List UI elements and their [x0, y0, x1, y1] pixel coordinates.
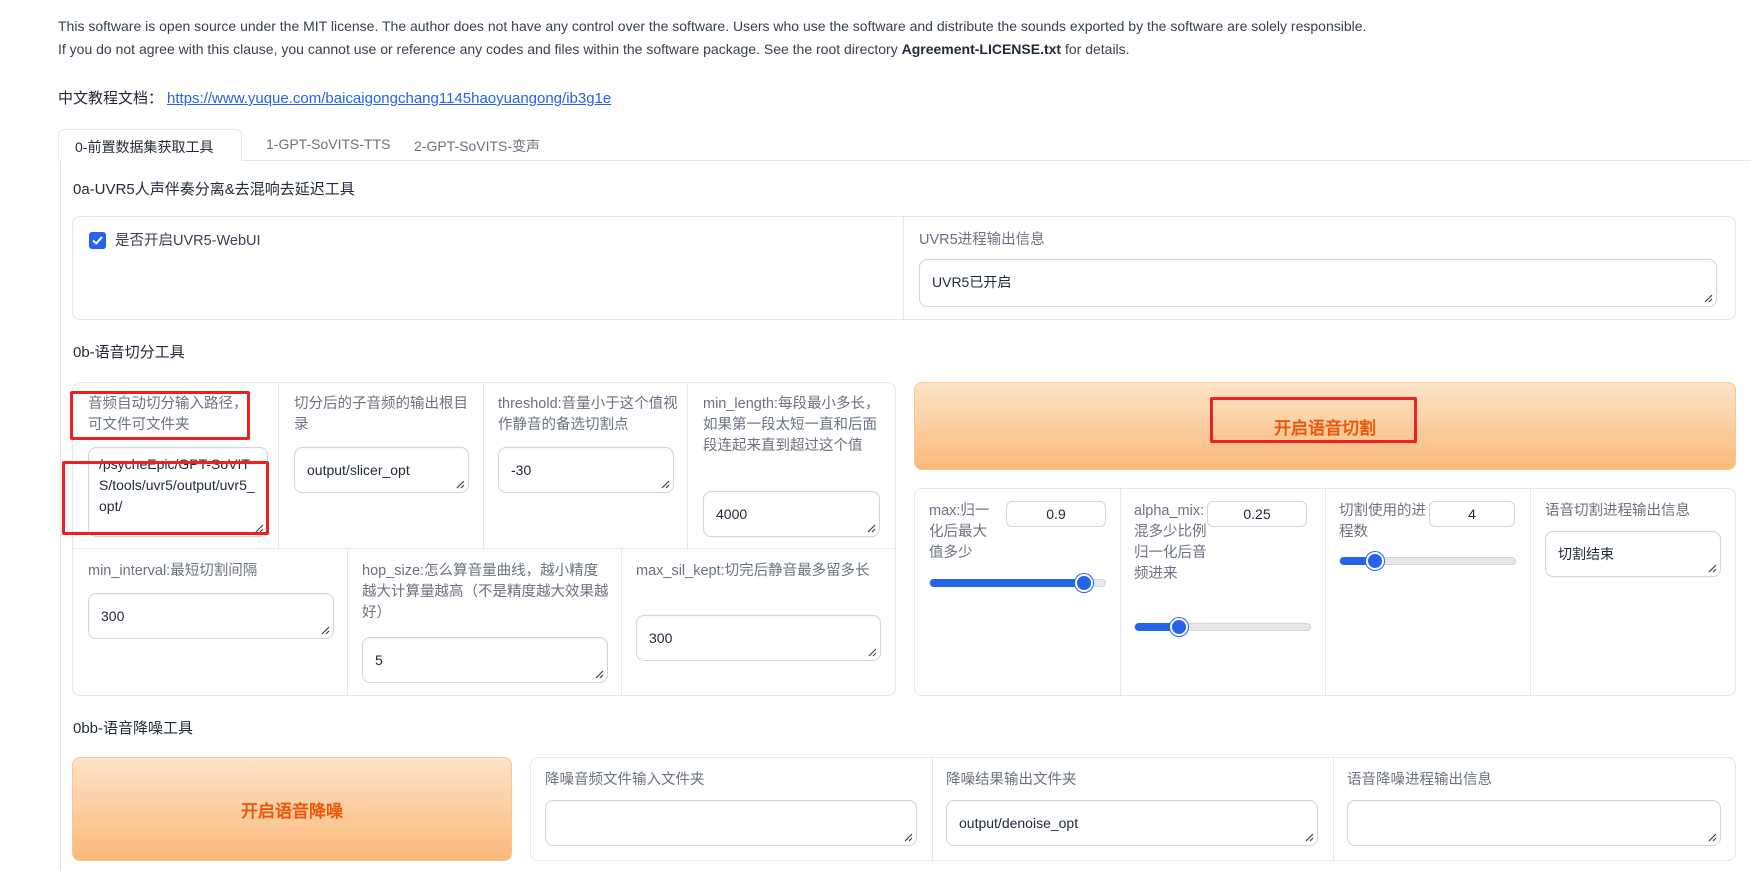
max-sil-kept-field[interactable]: 300 [636, 615, 881, 661]
min-interval-value: 300 [101, 608, 125, 624]
max-slider-fill [930, 579, 1084, 587]
uvr5-output-value: UVR5已开启 [932, 274, 1012, 290]
license-notice-line1: This software is open source under the M… [58, 18, 1367, 34]
process-count-label: 切割使用的进程数 [1339, 503, 1426, 540]
process-count-slider[interactable] [1339, 552, 1516, 570]
uvr5-output-box[interactable]: UVR5已开启 [919, 259, 1717, 307]
hop-size-field[interactable]: 5 [362, 637, 608, 683]
denoise-output-dir-label: 降噪结果输出文件夹 [946, 772, 1077, 788]
process-count-slider-thumb[interactable] [1366, 552, 1384, 570]
hop-size-value: 5 [375, 652, 383, 668]
uvr5-section-title: 0a-UVR5人声伴奏分离&去混响去延迟工具 [73, 181, 355, 198]
tab-voice-change[interactable]: 2-GPT-SoVITS-变声 [398, 129, 556, 161]
uvr5-output-label: UVR5进程输出信息 [919, 232, 1045, 248]
process-count-number-input[interactable]: 4 [1429, 501, 1515, 527]
slicer-output-label: 语音切割进程输出信息 [1545, 503, 1690, 519]
min-length-field[interactable]: 4000 [703, 491, 880, 537]
slicer-row-divider [73, 548, 895, 549]
slicer-output-box[interactable]: 切割结束 [1545, 531, 1721, 577]
divider [278, 383, 279, 548]
check-icon [92, 236, 103, 245]
denoise-section-title: 0bb-语音降噪工具 [73, 720, 194, 737]
divider [1333, 758, 1334, 860]
uvr5-checkbox[interactable] [89, 232, 106, 249]
tutorial-doc-row: 中文教程文档： https://www.yuque.com/baicaigongc… [58, 87, 611, 108]
max-sil-kept-label: max_sil_kept:切完后静音最多留多长 [636, 563, 870, 579]
resize-grip-icon[interactable] [1304, 832, 1314, 842]
uvr5-panel: 是否开启UVR5-WebUI UVR5进程输出信息 UVR5已开启 [72, 216, 1736, 320]
max-slider-thumb[interactable] [1075, 574, 1093, 592]
min-interval-label: min_interval:最短切割间隔 [88, 563, 258, 579]
alpha-mix-slider-thumb[interactable] [1169, 618, 1188, 636]
denoise-log-label: 语音降噪进程输出信息 [1347, 772, 1492, 788]
alpha-mix-number-input[interactable]: 0.25 [1207, 501, 1307, 527]
divider [1530, 489, 1531, 695]
divider [347, 548, 348, 695]
denoise-input-field[interactable] [545, 800, 917, 846]
denoise-log-box[interactable] [1347, 800, 1721, 846]
max-number-input[interactable]: 0.9 [1006, 501, 1106, 527]
divider [1325, 489, 1326, 695]
hop-size-label: hop_size:怎么算音量曲线，越小精度越大计算量越高（不是精度越大效果越好） [362, 563, 609, 621]
threshold-label: threshold:音量小于这个值视作静音的备选切割点 [498, 396, 678, 433]
slicer-output-value: 切割结束 [1558, 546, 1614, 562]
input-path-label: 音频自动切分输入路径，可文件可文件夹 [88, 396, 248, 433]
resize-grip-icon[interactable] [660, 479, 670, 489]
divider [932, 758, 933, 860]
min-length-label: min_length:每段最小多长，如果第一段太短一直和后面段连起来直到超过这个… [703, 396, 880, 454]
tab-tts[interactable]: 1-GPT-SoVITS-TTS [250, 129, 406, 161]
resize-grip-icon[interactable] [866, 523, 876, 533]
tutorial-doc-link[interactable]: https://www.yuque.com/baicaigongchang114… [167, 90, 611, 107]
min-interval-field[interactable]: 300 [88, 593, 334, 639]
divider [483, 383, 484, 548]
resize-grip-icon[interactable] [1707, 563, 1717, 573]
denoise-input-label: 降噪音频文件输入文件夹 [545, 772, 705, 788]
threshold-field[interactable]: -30 [498, 447, 674, 493]
uvr5-checkbox-label: 是否开启UVR5-WebUI [115, 233, 261, 249]
start-slicer-button[interactable]: 开启语音切割 [914, 382, 1736, 470]
resize-grip-icon[interactable] [1707, 832, 1717, 842]
start-denoise-button-label: 开启语音降噪 [241, 801, 343, 821]
denoise-output-dir-value: output/denoise_opt [959, 815, 1079, 831]
slicer-options-panel: max:归一化后最大值多少 0.9 alpha_mix:混多少比例归一化后音频进… [914, 488, 1736, 696]
slicer-section-title: 0b-语音切分工具 [73, 344, 185, 361]
max-slider[interactable] [929, 574, 1106, 592]
denoise-panel: 降噪音频文件输入文件夹 降噪结果输出文件夹 output/denoise_opt… [530, 757, 1736, 861]
resize-grip-icon[interactable] [254, 523, 264, 533]
max-sil-kept-value: 300 [649, 630, 673, 646]
input-path-value: /psycheEpic/GPT-SoVITS/tools/uvr5/output… [99, 456, 255, 514]
threshold-value: -30 [511, 462, 532, 478]
tab-dataset-tools[interactable]: 0-前置数据集获取工具 [58, 129, 242, 161]
tutorial-doc-label: 中文教程文档： [58, 90, 164, 107]
divider [687, 383, 688, 548]
license-notice-line2: If you do not agree with this clause, yo… [58, 41, 1130, 57]
output-root-label: 切分后的子音频的输出根目录 [294, 396, 468, 433]
uvr5-divider [903, 217, 904, 319]
input-path-field[interactable]: /psycheEpic/GPT-SoVITS/tools/uvr5/output… [88, 447, 268, 537]
resize-grip-icon[interactable] [455, 479, 465, 489]
max-label: max:归一化后最大值多少 [929, 503, 990, 561]
resize-grip-icon[interactable] [867, 647, 877, 657]
alpha-mix-label: alpha_mix:混多少比例归一化后音频进来 [1134, 503, 1207, 582]
resize-grip-icon[interactable] [903, 832, 913, 842]
resize-grip-icon[interactable] [1703, 293, 1713, 303]
min-length-value: 4000 [716, 506, 748, 522]
denoise-output-dir-field[interactable]: output/denoise_opt [946, 800, 1318, 846]
resize-grip-icon[interactable] [594, 669, 604, 679]
alpha-mix-slider[interactable] [1134, 618, 1311, 636]
resize-grip-icon[interactable] [320, 625, 330, 635]
license-file-name: Agreement-LICENSE.txt [901, 41, 1062, 57]
divider [621, 548, 622, 695]
output-root-value: output/slicer_opt [307, 462, 410, 478]
license-notice-suffix: for details. [1061, 41, 1130, 57]
license-notice-prefix: If you do not agree with this clause, yo… [58, 41, 902, 57]
start-denoise-button[interactable]: 开启语音降噪 [72, 757, 512, 861]
start-slicer-button-label: 开启语音切割 [1274, 418, 1376, 438]
divider [1120, 489, 1121, 695]
slicer-params-panel: 音频自动切分输入路径，可文件可文件夹 /psycheEpic/GPT-SoVIT… [72, 382, 896, 696]
output-root-field[interactable]: output/slicer_opt [294, 447, 469, 493]
